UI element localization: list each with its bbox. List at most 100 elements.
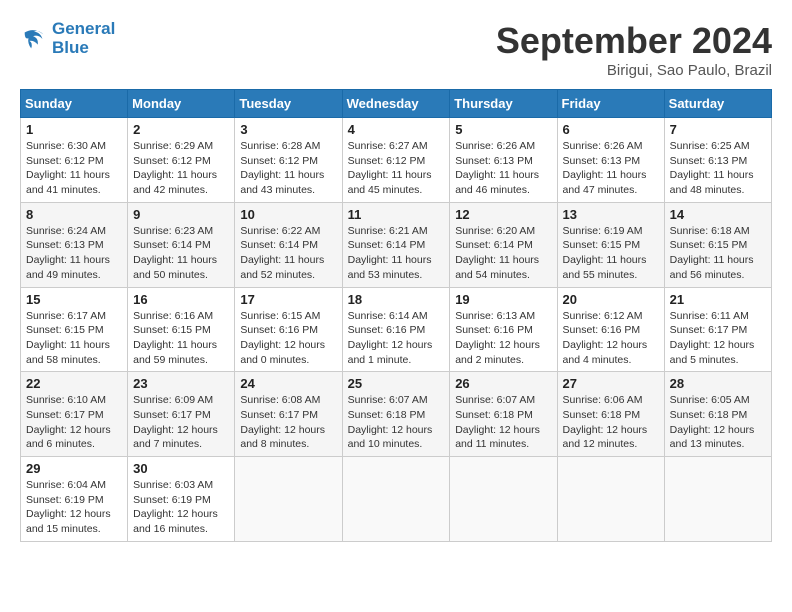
daylight-hours-text: Daylight: 11 hours — [26, 168, 122, 183]
sunset-text: Sunset: 6:13 PM — [563, 154, 659, 169]
calendar-cell: 22Sunrise: 6:10 AMSunset: 6:17 PMDayligh… — [21, 372, 128, 457]
daylight-minutes-text: and 4 minutes. — [563, 353, 659, 368]
sunset-text: Sunset: 6:18 PM — [348, 408, 445, 423]
day-info: Sunrise: 6:26 AMSunset: 6:13 PMDaylight:… — [563, 139, 659, 198]
daylight-minutes-text: and 43 minutes. — [240, 183, 336, 198]
daylight-minutes-text: and 45 minutes. — [348, 183, 445, 198]
daylight-hours-text: Daylight: 11 hours — [455, 253, 551, 268]
calendar-cell: 10 Sunrise: 6:22 AMSunset: 6:14 PMDayligh… — [235, 202, 342, 287]
sunset-text: Sunset: 6:18 PM — [563, 408, 659, 423]
day-number: 1 — [26, 122, 122, 137]
day-number: 26 — [455, 376, 551, 391]
sunset-text: Sunset: 6:12 PM — [240, 154, 336, 169]
day-number: 19 — [455, 292, 551, 307]
sunrise-text: Sunrise: 6:27 AM — [348, 139, 445, 154]
sunrise-text: Sunrise: 6:14 AM — [348, 309, 445, 324]
sunrise-text: Sunrise: 6:20 AM — [455, 224, 551, 239]
calendar-cell: 9Sunrise: 6:23 AMSunset: 6:14 PMDaylight… — [128, 202, 235, 287]
calendar-week-row: 22Sunrise: 6:10 AMSunset: 6:17 PMDayligh… — [21, 372, 772, 457]
daylight-hours-text: Daylight: 12 hours — [240, 338, 336, 353]
logo: General Blue — [20, 20, 115, 57]
calendar-cell: 25Sunrise: 6:07 AMSunset: 6:18 PMDayligh… — [342, 372, 450, 457]
calendar-week-row: 8 Sunrise: 6:24 AMSunset: 6:13 PM Daylight… — [21, 202, 772, 287]
day-info: Sunrise: 6:23 AMSunset: 6:14 PMDaylight:… — [133, 224, 229, 283]
day-number: 14 — [670, 207, 766, 222]
calendar-cell: 27Sunrise: 6:06 AMSunset: 6:18 PMDayligh… — [557, 372, 664, 457]
calendar-cell: 4Sunrise: 6:27 AMSunset: 6:12 PMDaylight… — [342, 118, 450, 203]
day-info: Sunrise: 6:15 AMSunset: 6:16 PMDaylight:… — [240, 309, 336, 368]
day-info: Sunrise: 6:17 AMSunset: 6:15 PMDaylight:… — [26, 309, 122, 368]
daylight-minutes-text: and 56 minutes. — [670, 268, 766, 283]
sunset-text: Sunset: 6:13 PM — [670, 154, 766, 169]
day-info: Sunrise: 6:18 AMSunset: 6:15 PMDaylight:… — [670, 224, 766, 283]
day-info: Sunrise: 6:04 AMSunset: 6:19 PMDaylight:… — [26, 478, 122, 537]
sunrise-text: Sunrise: 6:17 AM — [26, 309, 122, 324]
calendar-cell: 6Sunrise: 6:26 AMSunset: 6:13 PMDaylight… — [557, 118, 664, 203]
sunrise-text: Sunrise: 6:06 AM — [563, 393, 659, 408]
day-info: Sunrise: 6:22 AMSunset: 6:14 PMDaylight:… — [240, 224, 336, 283]
sunset-text: Sunset: 6:19 PM — [26, 493, 122, 508]
sunset-text: Sunset: 6:15 PM — [26, 323, 122, 338]
day-number: 25 — [348, 376, 445, 391]
calendar-cell: 16Sunrise: 6:16 AMSunset: 6:15 PMDayligh… — [128, 287, 235, 372]
daylight-minutes-text: and 54 minutes. — [455, 268, 551, 283]
day-number: 10 — [240, 207, 336, 222]
day-number: 27 — [563, 376, 659, 391]
calendar-week-row: 1 Sunrise: 6:30 AM Sunset: 6:12 PM Daylight… — [21, 118, 772, 203]
daylight-minutes-text: and 15 minutes. — [26, 522, 122, 537]
location: Birigui, Sao Paulo, Brazil — [496, 62, 772, 79]
daylight-minutes-text: and 46 minutes. — [455, 183, 551, 198]
daylight-minutes-text: and 48 minutes. — [670, 183, 766, 198]
daylight-hours-text: Daylight: 12 hours — [26, 423, 122, 438]
sunset-text: Sunset: 6:13 PM — [26, 238, 122, 253]
sunset-text: Sunset: 6:17 PM — [240, 408, 336, 423]
daylight-hours-text: Daylight: 11 hours — [455, 168, 551, 183]
day-of-week-header: Sunday — [21, 90, 128, 118]
sunrise-text: Sunrise: 6:12 AM — [563, 309, 659, 324]
calendar-cell: 2Sunrise: 6:29 AMSunset: 6:12 PMDaylight… — [128, 118, 235, 203]
sunset-text: Sunset: 6:18 PM — [670, 408, 766, 423]
daylight-hours-text: Daylight: 11 hours — [133, 338, 229, 353]
sunrise-text: Sunrise: 6:04 AM — [26, 478, 122, 493]
sunrise-text: Sunrise: 6:18 AM — [670, 224, 766, 239]
daylight-minutes-text: and 49 minutes. — [26, 268, 122, 283]
logo-text: General Blue — [52, 20, 115, 57]
day-number: 12 — [455, 207, 551, 222]
sunrise-text: Sunrise: 6:26 AM — [455, 139, 551, 154]
day-number: 3 — [240, 122, 336, 137]
day-number: 30 — [133, 461, 229, 476]
calendar-cell: 13Sunrise: 6:19 AMSunset: 6:15 PMDayligh… — [557, 202, 664, 287]
day-number: 11 — [348, 207, 445, 222]
daylight-hours-text: Daylight: 12 hours — [455, 338, 551, 353]
day-info: Sunrise: 6:28 AMSunset: 6:12 PMDaylight:… — [240, 139, 336, 198]
sunrise-text: Sunrise: 6:24 AM — [26, 224, 122, 239]
daylight-minutes-text: and 42 minutes. — [133, 183, 229, 198]
sunrise-text: Sunrise: 6:29 AM — [133, 139, 229, 154]
sunrise-text: Sunrise: 6:07 AM — [455, 393, 551, 408]
sunset-text: Sunset: 6:13 PM — [455, 154, 551, 169]
day-number: 16 — [133, 292, 229, 307]
day-number: 28 — [670, 376, 766, 391]
calendar-week-row: 15Sunrise: 6:17 AMSunset: 6:15 PMDayligh… — [21, 287, 772, 372]
day-number: 8 — [26, 207, 122, 222]
sunset-text: Sunset: 6:17 PM — [26, 408, 122, 423]
daylight-minutes-text: and 52 minutes. — [240, 268, 336, 283]
daylight-minutes-text: and 58 minutes. — [26, 353, 122, 368]
daylight-hours-text: Daylight: 12 hours — [133, 507, 229, 522]
daylight-hours-text: Daylight: 11 hours — [133, 168, 229, 183]
day-info: Sunrise: 6:26 AMSunset: 6:13 PMDaylight:… — [455, 139, 551, 198]
sunset-text: Sunset: 6:16 PM — [240, 323, 336, 338]
sunrise-text: Sunrise: 6:30 AM — [26, 139, 122, 154]
sunrise-text: Sunrise: 6:07 AM — [348, 393, 445, 408]
daylight-minutes-text: and 55 minutes. — [563, 268, 659, 283]
calendar-cell: 12 Sunrise: 6:20 AMSunset: 6:14 PMDayligh… — [450, 202, 557, 287]
calendar-cell: 8Sunrise: 6:24 AMSunset: 6:13 PMDaylight… — [21, 202, 128, 287]
day-number: 7 — [670, 122, 766, 137]
day-info: Sunrise: 6:05 AMSunset: 6:18 PMDaylight:… — [670, 393, 766, 452]
day-number: 29 — [26, 461, 122, 476]
day-info: Sunrise: 6:20 AMSunset: 6:14 PMDaylight:… — [455, 224, 551, 283]
sunrise-text: Sunrise: 6:13 AM — [455, 309, 551, 324]
daylight-minutes-text: and 5 minutes. — [670, 353, 766, 368]
calendar-cell: 30Sunrise: 6:03 AMSunset: 6:19 PMDayligh… — [128, 457, 235, 542]
daylight-minutes-text: and 53 minutes. — [348, 268, 445, 283]
